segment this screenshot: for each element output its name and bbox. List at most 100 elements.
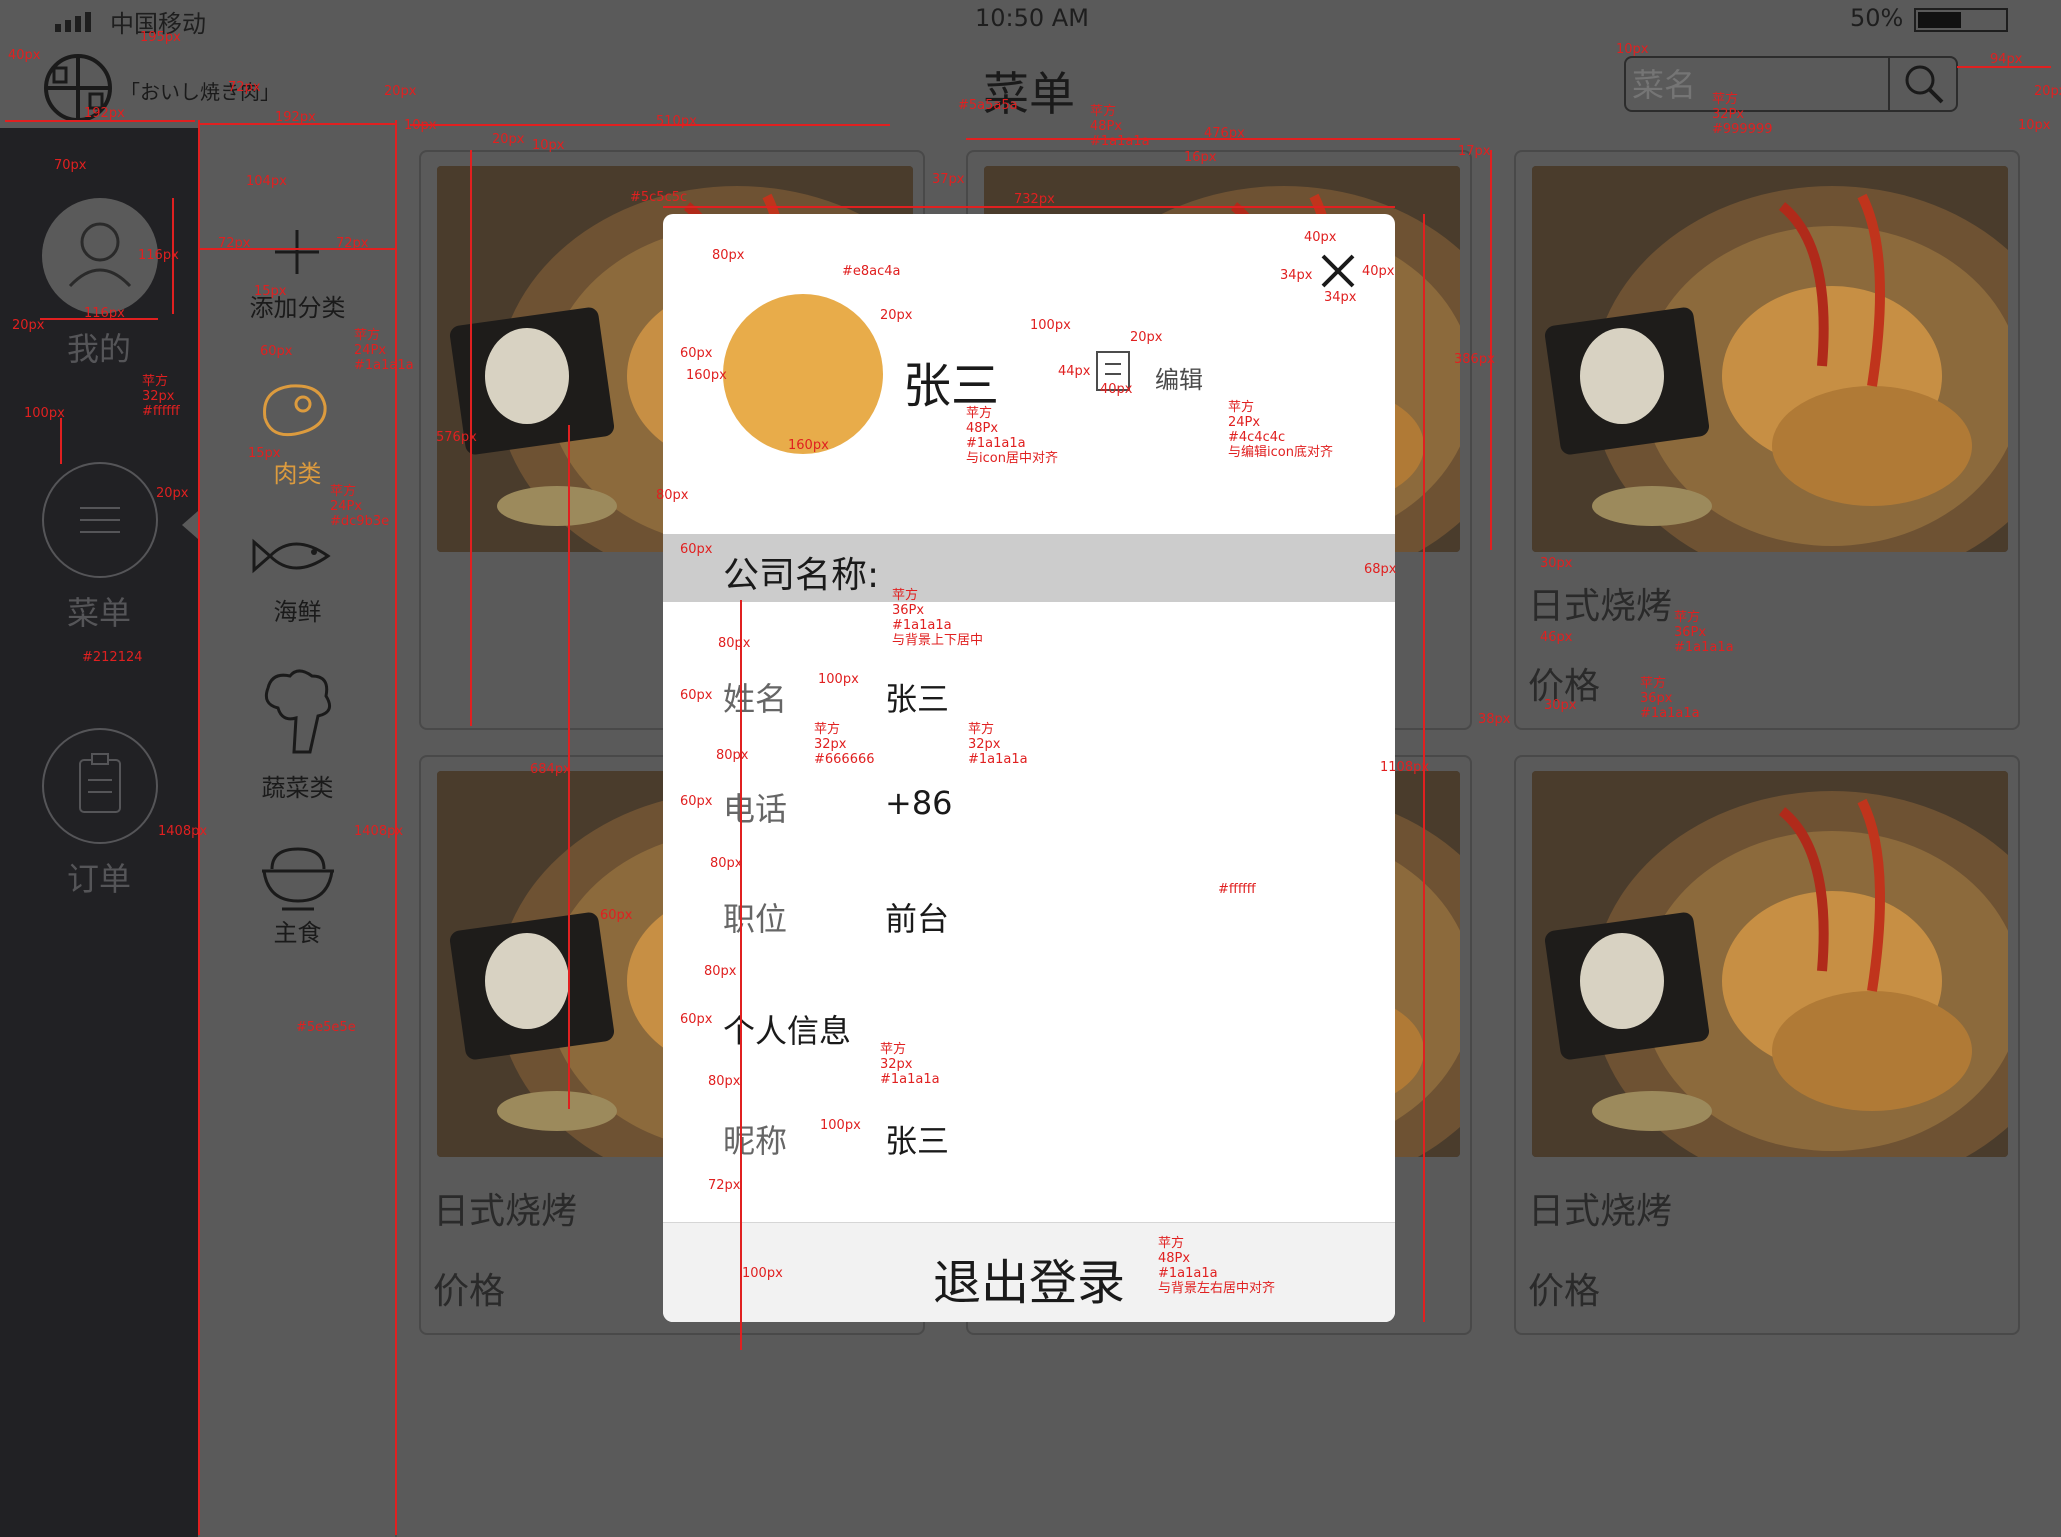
dim-label: 46px <box>1540 630 1573 645</box>
dish-card[interactable]: 日式烧烤 价格 <box>1514 755 2020 1335</box>
search-bar[interactable] <box>1624 56 1958 112</box>
spec-note: 苹方 36Px #1a1a1a <box>1674 610 1734 655</box>
company-bar: 公司名称: <box>663 534 1395 602</box>
dim-label: 40px <box>1100 382 1133 397</box>
clock: 10:50 AM <box>975 4 1089 32</box>
dim-label: 10px <box>404 118 437 133</box>
field-value-phone: +86 <box>885 784 953 822</box>
dim-label: 192px <box>84 106 125 121</box>
dim-label: 15px <box>254 284 287 299</box>
dim-label: 576px <box>436 430 477 445</box>
dim-label: 16px <box>1184 150 1217 165</box>
page-title: 菜单 <box>983 67 1075 121</box>
dim-label: 1408px <box>158 824 208 839</box>
dim-label: 192px <box>275 110 316 125</box>
field-label-position: 职位 <box>723 900 788 938</box>
order-icon <box>42 728 158 844</box>
dim-label: 72px <box>228 80 261 95</box>
spec-note: 苹方 48Px #1a1a1a 与背景左右居中对齐 <box>1158 1236 1276 1296</box>
dim-label: 30px <box>1544 698 1577 713</box>
dim-label: 60px <box>680 542 713 557</box>
category-label: 海鲜 <box>273 598 322 626</box>
dim-label: 60px <box>680 1012 713 1027</box>
dish-title: 日式烧烤 <box>1528 586 1673 627</box>
dish-card[interactable]: 日式烧烤 价格 <box>1514 150 2020 730</box>
broccoli-icon <box>264 669 332 754</box>
swatch-label: #ffffff <box>1218 882 1256 897</box>
spec-note: 苹方 48Px #1a1a1a 与icon居中对齐 <box>966 406 1058 466</box>
add-category-label: 添加分类 <box>249 294 346 322</box>
dim-label: 100px <box>24 406 65 421</box>
dim-label: 40px <box>1362 264 1395 279</box>
dim-label: 30px <box>1540 556 1573 571</box>
tempura-illustration <box>1532 166 2008 552</box>
logout-label: 退出登录 <box>932 1255 1125 1311</box>
rice-bowl-icon <box>262 847 334 911</box>
meat-icon <box>263 384 327 437</box>
dim-label: 386px <box>1454 352 1495 367</box>
dim-label: 70px <box>54 158 87 173</box>
spec-note: 苹方 24Px #dc9b3e <box>330 484 390 529</box>
spec-note: 苹方 48Px #1a1a1a <box>1090 104 1150 149</box>
status-bar: 中国移动 10:50 AM 50% <box>0 0 2061 40</box>
active-indicator <box>182 511 198 539</box>
battery-percent: 50% <box>1850 4 1904 32</box>
search-button[interactable] <box>1888 58 1960 110</box>
spec-note: 苹方 32px #666666 <box>814 722 875 767</box>
battery-fill <box>1918 12 1961 28</box>
category-item-seafood[interactable]: 海鲜 <box>200 528 395 658</box>
dim-label: 15px <box>248 446 281 461</box>
swatch-label: #5c5c5c <box>630 190 688 205</box>
swatch-label: #5e5e5e <box>296 1020 356 1035</box>
dim-label: 34px <box>1324 290 1357 305</box>
category-label: 蔬菜类 <box>261 774 334 802</box>
sidebar-item-orders[interactable]: 订单 <box>0 728 198 898</box>
spec-note: 苹方 36px #1a1a1a <box>1640 676 1700 721</box>
dim-label: 10px <box>2018 118 2051 133</box>
dim-label: 34px <box>1280 268 1313 283</box>
dim-label: 60px <box>680 794 713 809</box>
personal-info-title: 个人信息 <box>723 1012 852 1050</box>
dim-label: 20px <box>492 132 525 147</box>
dim-label: 80px <box>708 1074 741 1089</box>
tempura-illustration <box>1532 771 2008 1157</box>
dim-label: 60px <box>680 688 713 703</box>
dim-label: 94px <box>1990 52 2023 67</box>
close-button[interactable] <box>1321 254 1355 288</box>
dim-label: 10px <box>532 138 565 153</box>
dim-label: 104px <box>246 174 287 189</box>
dim-label: 20px <box>156 486 189 501</box>
dim-label: 160px <box>788 438 829 453</box>
logo: 「おいし焼き肉」 <box>40 50 280 122</box>
dim-label: 37px <box>932 172 965 187</box>
dish-price: 价格 <box>433 1271 506 1312</box>
sidebar-item-label: 订单 <box>66 860 131 898</box>
field-value-name: 张三 <box>885 680 950 718</box>
dim-label: 40px <box>1304 230 1337 245</box>
avatar[interactable] <box>723 294 883 454</box>
dish-title: 日式烧烤 <box>433 1191 578 1232</box>
signal-icon <box>55 10 99 32</box>
field-value-position: 前台 <box>885 900 950 938</box>
dim-label: 17px <box>1458 144 1491 159</box>
dim-label: 476px <box>1204 126 1245 141</box>
dim-label: 10px <box>1616 42 1649 57</box>
swatch-label: #5a5a5a <box>958 98 1018 113</box>
dim-label: 72px <box>218 236 251 251</box>
dish-image <box>1532 166 2008 552</box>
category-label: 主食 <box>273 919 322 947</box>
dim-label: 20px <box>1130 330 1163 345</box>
spec-note: 苹方 32px #ffffff <box>142 374 180 419</box>
dim-label: 80px <box>656 488 689 503</box>
category-item-vegetables[interactable]: 蔬菜类 <box>200 668 395 818</box>
category-item-staple[interactable]: 主食 <box>200 843 395 963</box>
dim-label: 38px <box>1478 712 1511 727</box>
dim-label: 100px <box>742 1266 783 1281</box>
sidebar-item-mine[interactable]: 我的 <box>0 198 198 368</box>
dish-image <box>1532 771 2008 1157</box>
dim-label: 20px <box>880 308 913 323</box>
spec-note: 苹方 24Px #4c4c4c 与编辑icon底对齐 <box>1228 400 1333 460</box>
dim-label: 44px <box>1058 364 1091 379</box>
dim-label: 684px <box>530 762 571 777</box>
battery-icon <box>1914 8 2008 32</box>
